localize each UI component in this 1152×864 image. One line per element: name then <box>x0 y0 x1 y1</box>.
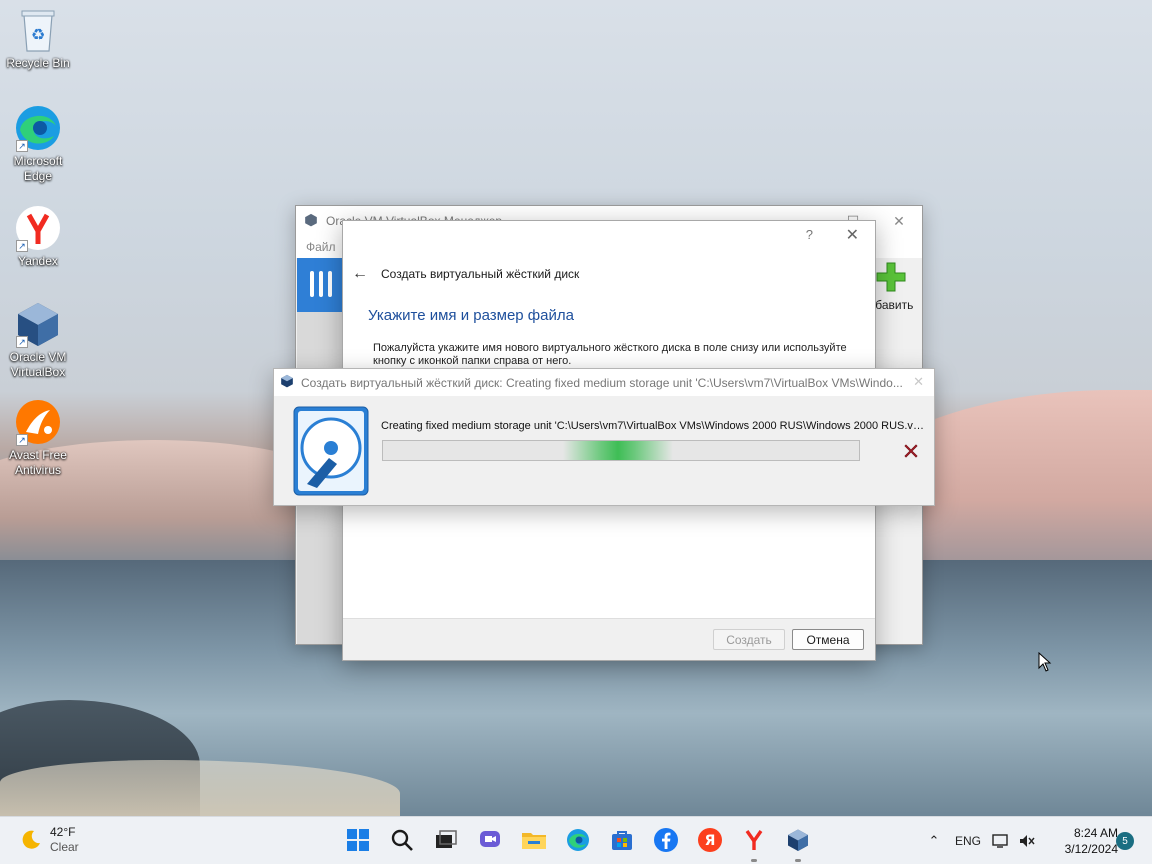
desktop-icon-virtualbox[interactable]: ↗ Oracle VM VirtualBox <box>0 300 76 380</box>
virtualbox-icon <box>280 374 294 391</box>
desktop-icon-yandex[interactable]: ↗ Yandex <box>0 204 76 269</box>
system-tray: ⌃ ENG <box>920 817 1040 864</box>
task-view-button[interactable] <box>424 823 468 859</box>
virtualbox-icon <box>786 828 810 855</box>
input-language[interactable]: ENG <box>948 834 988 848</box>
yandex-browser-icon: ↗ <box>14 204 62 252</box>
weather-temperature: 42°F <box>50 825 76 839</box>
wizard-footer: Создать Отмена <box>343 618 875 660</box>
avast-icon: ↗ <box>14 398 62 446</box>
start-icon <box>346 828 370 855</box>
running-indicator <box>795 859 801 862</box>
svg-text:♻: ♻ <box>31 27 45 44</box>
progress-marquee <box>563 441 673 460</box>
back-arrow-icon[interactable]: ← <box>351 265 369 283</box>
taskbar-yandex-browser[interactable] <box>732 823 776 862</box>
teams-chat-icon <box>478 828 502 855</box>
progress-title: Создать виртуальный жёсткий диск: Creati… <box>301 375 903 390</box>
desktop-icon-label: Microsoft Edge <box>13 154 63 183</box>
menu-file[interactable]: Файл <box>306 240 336 254</box>
taskbar-search-button[interactable] <box>380 823 424 859</box>
shortcut-arrow-icon: ↗ <box>16 434 28 446</box>
page-description: Пожалуйста укажите имя нового виртуально… <box>373 342 847 367</box>
wizard-nav: ← Создать виртуальный жёсткий диск <box>343 263 875 285</box>
desktop-icon-label: Avast Free Antivirus <box>9 448 67 477</box>
facebook-icon <box>653 827 679 856</box>
clock-time: 8:24 AM <box>1073 826 1118 840</box>
progress-dialog[interactable]: Создать виртуальный жёсткий диск: Creati… <box>273 368 935 506</box>
close-button[interactable]: ✕ <box>876 206 922 236</box>
close-button[interactable]: ✕ <box>846 225 859 245</box>
progress-titlebar[interactable]: Создать виртуальный жёсткий диск: Creati… <box>274 369 934 396</box>
taskbar-store[interactable] <box>600 823 644 859</box>
wizard-titlebar[interactable]: ? ✕ <box>343 221 875 253</box>
plus-icon <box>875 261 907 296</box>
desktop-icon-label: Oracle VM VirtualBox <box>9 350 67 379</box>
taskbar-virtualbox[interactable] <box>776 823 820 862</box>
start-button[interactable] <box>336 823 380 859</box>
yandex-icon: Я <box>697 827 723 856</box>
desktop-icon-avast[interactable]: ↗ Avast Free Antivirus <box>0 398 76 478</box>
yandex-browser-icon <box>742 828 766 855</box>
store-icon <box>610 828 634 855</box>
hard-disk-icon <box>293 406 369 496</box>
file-explorer-icon <box>521 828 547 855</box>
svg-text:Я: Я <box>705 833 716 849</box>
recycle-bin-icon: ♻ <box>14 6 62 54</box>
shortcut-arrow-icon: ↗ <box>16 140 28 152</box>
virtualbox-icon <box>304 213 318 230</box>
mouse-cursor-icon <box>1038 651 1052 672</box>
clock[interactable]: 8:24 AM 3/12/2024 <box>1048 825 1118 857</box>
tools-item[interactable] <box>297 258 345 312</box>
shortcut-arrow-icon: ↗ <box>16 240 28 252</box>
desktop-icon-label: Recycle Bin <box>6 56 70 70</box>
cancel-operation-icon[interactable] <box>902 442 920 460</box>
taskbar-edge[interactable] <box>556 823 600 859</box>
show-hidden-icons-chevron-icon[interactable]: ⌃ <box>920 833 948 849</box>
task-view-icon <box>434 828 458 855</box>
close-button[interactable]: ✕ <box>913 374 924 390</box>
progress-bar <box>382 440 860 461</box>
page-heading: Укажите имя и размер файла <box>368 307 574 324</box>
notification-badge[interactable]: 5 <box>1116 832 1134 850</box>
cancel-button[interactable]: Отмена <box>792 629 864 650</box>
desktop-icon-recycle-bin[interactable]: ♻ Recycle Bin <box>0 6 76 71</box>
operation-description: Creating fixed medium storage unit 'C:\U… <box>381 420 926 432</box>
wizard-nav-title: Создать виртуальный жёсткий диск <box>381 267 580 281</box>
moon-weather-icon <box>20 829 42 851</box>
desktop-icon-label: Yandex <box>18 254 58 268</box>
create-button[interactable]: Создать <box>713 629 785 650</box>
clock-date: 3/12/2024 <box>1064 842 1118 856</box>
network-icon[interactable] <box>988 833 1014 849</box>
virtualbox-icon: ↗ <box>14 300 62 348</box>
volume-muted-icon[interactable] <box>1014 833 1040 849</box>
taskbar-file-explorer[interactable] <box>512 823 556 859</box>
taskbar-chat[interactable] <box>468 823 512 859</box>
running-indicator <box>751 859 757 862</box>
taskbar-yandex[interactable]: Я <box>688 823 732 859</box>
edge-icon: ↗ <box>14 104 62 152</box>
help-button[interactable]: ? <box>806 227 813 242</box>
weather-condition: Clear <box>50 840 79 854</box>
taskbar-facebook[interactable] <box>644 823 688 859</box>
taskbar-apps: Я <box>336 823 820 862</box>
shortcut-arrow-icon: ↗ <box>16 336 28 348</box>
weather-text: 42°F Clear <box>50 825 79 855</box>
search-icon <box>390 828 414 855</box>
desktop-icon-edge[interactable]: ↗ Microsoft Edge <box>0 104 76 184</box>
weather-widget[interactable]: 42°F Clear <box>20 825 79 855</box>
edge-icon <box>566 828 590 855</box>
taskbar: 42°F Clear Я ⌃ ENG 8:24 AM 3/12/2024 5 <box>0 816 1152 864</box>
tools-icon <box>306 267 336 304</box>
